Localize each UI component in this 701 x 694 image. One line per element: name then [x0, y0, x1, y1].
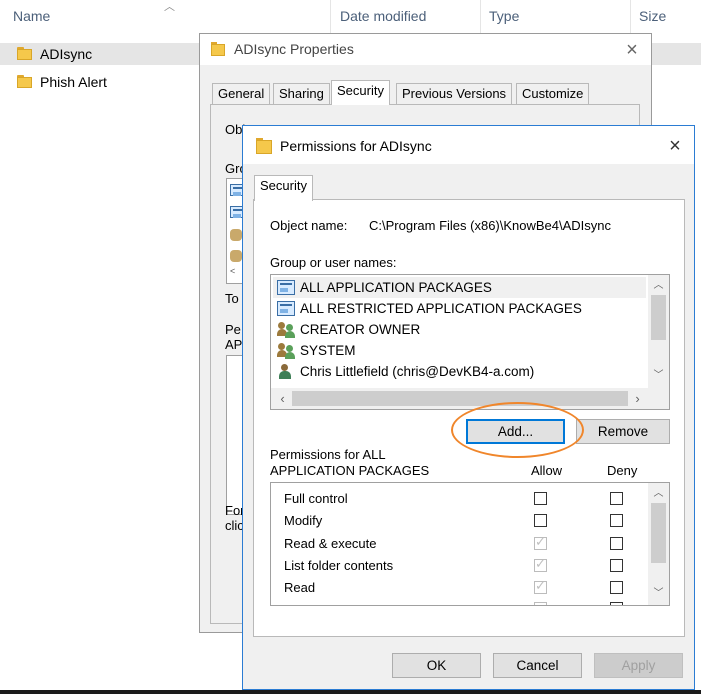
permissions-list[interactable]: Full control Modify Read & execute ✓ Lis…: [270, 482, 670, 606]
sort-ascending-icon: ︿: [164, 1, 175, 13]
permission-row: List folder contents ✓: [271, 556, 649, 578]
column-divider[interactable]: [330, 0, 331, 34]
group-icon: [230, 250, 242, 262]
permission-row: Read ✓: [271, 578, 649, 600]
deny-checkbox[interactable]: [610, 514, 623, 527]
properties-title: ADIsync Properties: [234, 41, 354, 57]
permission-name: Read: [284, 580, 316, 595]
scroll-left-icon[interactable]: <: [230, 266, 235, 276]
edit-label-partial: To: [225, 291, 239, 306]
object-name-value: C:\Program Files (x86)\KnowBe4\ADIsync: [369, 218, 612, 233]
advanced-text-partial-2: clic: [225, 518, 244, 533]
chevron-down-icon[interactable]: ﹀: [650, 367, 667, 384]
group-list-horizontal-scrollbar[interactable]: ‹ ›: [271, 388, 669, 409]
group-names-list[interactable]: ALL APPLICATION PACKAGES ALL RESTRICTED …: [270, 274, 670, 410]
chevron-up-icon[interactable]: ︿: [650, 277, 667, 294]
folder-icon: [211, 42, 225, 56]
file-name: ADIsync: [40, 46, 93, 62]
group-icon: [277, 343, 295, 359]
properties-titlebar[interactable]: ADIsync Properties ×: [200, 34, 651, 65]
column-type[interactable]: Type: [489, 8, 519, 24]
group-icon: [277, 322, 295, 338]
column-divider[interactable]: [480, 0, 481, 34]
taskbar-edge: [0, 690, 701, 694]
scroll-thumb[interactable]: [292, 391, 628, 406]
scroll-thumb[interactable]: [651, 295, 666, 340]
deny-checkbox[interactable]: [610, 537, 623, 550]
tab-sharing[interactable]: Sharing: [273, 83, 330, 105]
permission-name: Read & execute: [284, 536, 377, 551]
remove-button[interactable]: Remove: [576, 419, 670, 444]
allow-checkbox: ✓: [534, 578, 547, 594]
allow-checkbox: [534, 602, 547, 605]
deny-column-label: Deny: [607, 463, 638, 478]
column-name[interactable]: Name: [13, 8, 50, 24]
permission-name: Modify: [284, 513, 323, 528]
list-item-chris-littlefield[interactable]: Chris Littlefield (chris@DevKB4-a.com): [273, 361, 646, 382]
chevron-left-icon[interactable]: ‹: [274, 390, 291, 407]
deny-checkbox[interactable]: [610, 581, 623, 594]
permissions-for-label-line2: APPLICATION PACKAGES: [270, 463, 430, 478]
package-icon: [277, 280, 295, 295]
tab-general[interactable]: General: [212, 83, 271, 105]
tab-previous-versions[interactable]: Previous Versions: [396, 83, 513, 105]
allow-checkbox: ✓: [534, 556, 547, 572]
group-name: ALL RESTRICTED APPLICATION PACKAGES: [300, 301, 582, 316]
list-item-system[interactable]: SYSTEM: [273, 340, 646, 361]
allow-checkbox: ✓: [534, 534, 547, 550]
list-item-all-restricted-application-packages[interactable]: ALL RESTRICTED APPLICATION PACKAGES: [273, 298, 646, 319]
tab-customize[interactable]: Customize: [516, 83, 590, 105]
chevron-right-icon[interactable]: ›: [629, 390, 646, 407]
close-icon[interactable]: ×: [665, 136, 685, 156]
file-name: Phish Alert: [40, 74, 107, 90]
deny-checkbox[interactable]: [610, 492, 623, 505]
package-icon: [277, 301, 295, 316]
permissions-title: Permissions for ADIsync: [280, 138, 432, 154]
allow-checkbox[interactable]: [534, 514, 547, 527]
permissions-for-label-line1: Permissions for ALL: [270, 447, 386, 462]
chevron-up-icon[interactable]: ︿: [650, 485, 667, 502]
list-item-all-application-packages[interactable]: ALL APPLICATION PACKAGES: [273, 277, 646, 298]
folder-icon: [17, 75, 32, 88]
ok-button[interactable]: OK: [392, 653, 481, 678]
permissions-vertical-scrollbar[interactable]: ︿ ﹀: [648, 483, 669, 605]
group-name: CREATOR OWNER: [300, 322, 421, 337]
cancel-button[interactable]: Cancel: [493, 653, 582, 678]
tab-security[interactable]: Security: [254, 175, 313, 201]
permissions-titlebar[interactable]: Permissions for ADIsync ×: [243, 126, 694, 164]
chevron-down-icon[interactable]: ﹀: [650, 585, 667, 602]
deny-checkbox[interactable]: [610, 602, 623, 605]
folder-icon: [256, 138, 272, 154]
group-name: ALL APPLICATION PACKAGES: [300, 280, 492, 295]
explorer-column-header: ︿ Name Date modified Type Size: [0, 0, 701, 34]
column-size[interactable]: Size: [639, 8, 666, 24]
permissions-label-partial: Pe: [225, 322, 241, 337]
close-icon[interactable]: ×: [622, 40, 642, 60]
group-name: Chris Littlefield (chris@DevKB4-a.com): [300, 364, 535, 379]
list-item-creator-owner[interactable]: CREATOR OWNER: [273, 319, 646, 340]
scroll-thumb[interactable]: [651, 503, 666, 563]
permission-row: Modify: [271, 511, 649, 533]
group-names-label: Group or user names:: [270, 255, 397, 270]
group-list-vertical-scrollbar[interactable]: ︿ ﹀: [648, 275, 669, 388]
highlight-annotation: [451, 402, 584, 458]
permission-name: Full control: [284, 491, 348, 506]
group-icon: [230, 229, 242, 241]
tab-security[interactable]: Security: [331, 80, 390, 105]
column-date-modified[interactable]: Date modified: [340, 8, 426, 24]
permission-row: Full control: [271, 489, 649, 511]
user-icon: [277, 364, 295, 379]
group-name: SYSTEM: [300, 343, 356, 358]
permission-row: Read & execute ✓: [271, 534, 649, 556]
object-name-label: Object name:: [270, 218, 348, 233]
deny-checkbox[interactable]: [610, 559, 623, 572]
allow-checkbox[interactable]: [534, 492, 547, 505]
allow-column-label: Allow: [531, 463, 563, 478]
permission-name: List folder contents: [284, 558, 394, 573]
column-divider[interactable]: [630, 0, 631, 34]
apply-button: Apply: [594, 653, 683, 678]
folder-icon: [17, 47, 32, 60]
permissions-dialog: Permissions for ADIsync × Security Objec…: [242, 125, 695, 690]
